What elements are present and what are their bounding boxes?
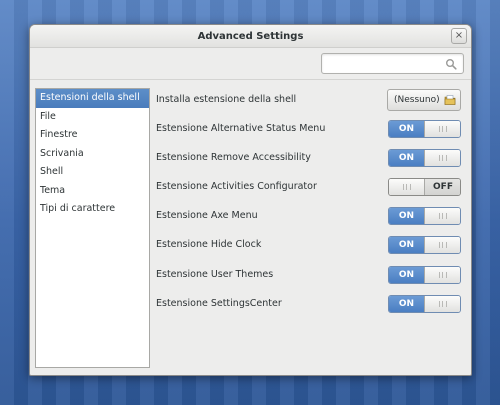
extension-toggle[interactable]: ON xyxy=(388,207,461,225)
sidebar-item-estensioni-shell[interactable]: Estensioni della shell xyxy=(36,89,149,108)
toggle-knob[interactable] xyxy=(424,150,460,166)
category-sidebar: Estensioni della shell File Finestre Scr… xyxy=(35,88,150,368)
sidebar-item-tema[interactable]: Tema xyxy=(36,182,149,201)
toggle-on-label: ON xyxy=(389,121,424,137)
toggle-knob[interactable] xyxy=(424,121,460,137)
toggle-knob[interactable] xyxy=(424,296,460,312)
extension-toggle[interactable]: ON xyxy=(388,236,461,254)
extension-row: Estensione SettingsCenter ON xyxy=(155,293,467,315)
toggle-knob[interactable] xyxy=(389,179,425,195)
extension-label: Estensione Activities Configurator xyxy=(156,181,317,192)
search-input[interactable] xyxy=(326,56,444,71)
window-title: Advanced Settings xyxy=(197,31,304,42)
toggle-on-label: ON xyxy=(389,237,424,253)
extension-toggle[interactable]: ON xyxy=(388,149,461,167)
install-extension-button[interactable]: (Nessuno) xyxy=(387,89,461,111)
install-button-label: (Nessuno) xyxy=(394,95,440,105)
extension-toggle[interactable]: OFF xyxy=(388,178,461,196)
extension-label: Estensione Axe Menu xyxy=(156,210,258,221)
sidebar-item-file[interactable]: File xyxy=(36,108,149,127)
extension-label: Estensione Alternative Status Menu xyxy=(156,123,326,134)
extension-label: Estensione User Themes xyxy=(156,269,274,280)
extension-toggle[interactable]: ON xyxy=(388,120,461,138)
title-bar[interactable]: Advanced Settings × xyxy=(30,25,471,48)
toggle-on-label: ON xyxy=(389,267,424,283)
sidebar-item-shell[interactable]: Shell xyxy=(36,163,149,182)
extension-row: Estensione Hide Clock ON xyxy=(155,234,467,256)
extension-row: Estensione Activities Configurator OFF xyxy=(155,176,467,198)
search-field[interactable] xyxy=(321,53,464,74)
sidebar-item-scrivania[interactable]: Scrivania xyxy=(36,145,149,164)
toggle-off-label: OFF xyxy=(425,179,460,195)
toggle-knob[interactable] xyxy=(424,208,460,224)
extension-label: Estensione Hide Clock xyxy=(156,239,262,250)
toggle-knob[interactable] xyxy=(424,267,460,283)
extension-toggle[interactable]: ON xyxy=(388,295,461,313)
toggle-on-label: ON xyxy=(389,296,424,312)
toggle-on-label: ON xyxy=(389,208,424,224)
close-icon: × xyxy=(454,30,464,41)
folder-icon xyxy=(444,95,456,105)
sidebar-item-tipi-carattere[interactable]: Tipi di carattere xyxy=(36,200,149,219)
toolbar xyxy=(30,48,471,80)
extension-label: Estensione SettingsCenter xyxy=(156,298,282,309)
extension-row: Estensione Alternative Status Menu ON xyxy=(155,118,467,140)
extension-row: Estensione Remove Accessibility ON xyxy=(155,147,467,169)
extension-row: Estensione User Themes ON xyxy=(155,264,467,286)
close-button[interactable]: × xyxy=(451,28,467,44)
sidebar-item-finestre[interactable]: Finestre xyxy=(36,126,149,145)
install-extension-label: Installa estensione della shell xyxy=(156,94,297,105)
extension-label: Estensione Remove Accessibility xyxy=(156,152,311,163)
settings-panel: Installa estensione della shell (Nessuno… xyxy=(155,88,467,368)
extension-row: Estensione Axe Menu ON xyxy=(155,205,467,227)
extension-toggle[interactable]: ON xyxy=(388,266,461,284)
search-icon[interactable] xyxy=(445,58,457,70)
toggle-knob[interactable] xyxy=(424,237,460,253)
toggle-on-label: ON xyxy=(389,150,424,166)
advanced-settings-window: Advanced Settings × Estensioni della she… xyxy=(29,24,472,376)
install-extension-row: Installa estensione della shell (Nessuno… xyxy=(155,89,467,111)
